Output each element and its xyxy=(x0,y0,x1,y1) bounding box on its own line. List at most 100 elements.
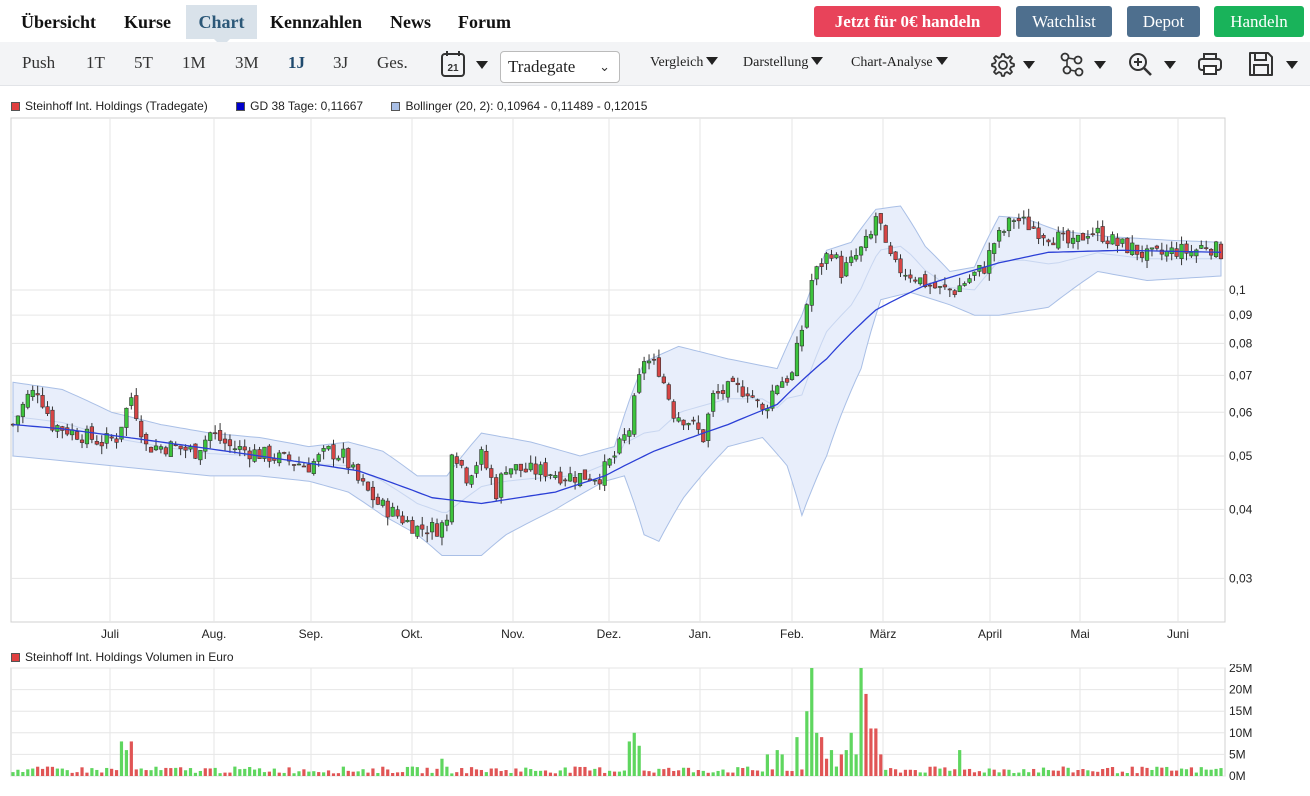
compare-menu-label: Vergleich xyxy=(650,55,704,70)
candle-body xyxy=(997,230,1002,242)
candle-body xyxy=(646,360,652,364)
timeframe-push[interactable]: Push xyxy=(22,53,55,73)
tab-kurse[interactable]: Kurse xyxy=(114,5,181,39)
candle-body xyxy=(1189,252,1194,257)
volume-bar xyxy=(36,766,40,776)
volume-bar xyxy=(119,741,124,776)
volume-bar xyxy=(563,767,567,776)
candle-body xyxy=(513,464,519,471)
candle-body xyxy=(849,256,854,263)
volume-bar xyxy=(1219,768,1223,776)
save-button[interactable] xyxy=(1247,50,1298,78)
candle-body xyxy=(503,472,509,475)
volume-bar xyxy=(287,767,291,776)
candle-body xyxy=(809,280,814,306)
candle-body xyxy=(1080,233,1086,241)
volume-bar xyxy=(731,772,735,776)
volume-bar xyxy=(583,766,587,776)
candle-body xyxy=(789,372,795,380)
volume-bar xyxy=(90,768,94,776)
volume-bar xyxy=(100,772,104,776)
candle-body xyxy=(592,479,597,482)
candle-body xyxy=(543,462,548,477)
tab-forum[interactable]: Forum xyxy=(448,5,521,39)
display-menu[interactable]: Darstellung xyxy=(743,55,824,71)
x-tick-label: Nov. xyxy=(501,627,525,641)
volume-bar xyxy=(691,772,696,776)
legend-item-price: Steinhoff Int. Holdings (Tradegate) xyxy=(11,99,208,113)
tab-news[interactable]: News xyxy=(380,5,441,39)
candle-body xyxy=(834,254,839,259)
watchlist-button[interactable]: Watchlist xyxy=(1016,6,1112,37)
candle-body xyxy=(444,519,449,526)
volume-chart[interactable]: 0M 5M 10M 15M 20M 25M xyxy=(0,664,1310,796)
candle-body xyxy=(45,406,50,414)
candle-body xyxy=(814,266,819,280)
timeframe-1t[interactable]: 1T xyxy=(86,53,105,73)
trade-now-button[interactable]: Jetzt für 0€ handeln xyxy=(814,6,1001,37)
volume-bar xyxy=(356,771,360,776)
candle-body xyxy=(30,389,35,397)
volume-bar xyxy=(913,770,917,776)
x-tick-label: Okt. xyxy=(401,627,423,641)
volume-bar xyxy=(440,758,444,776)
volume-bar xyxy=(1002,769,1006,776)
price-chart[interactable]: Juli Aug. Sep. Okt. Nov. Dez. Jan. Feb. März Apri… xyxy=(0,115,1310,645)
candle-body xyxy=(74,431,80,440)
candle-body xyxy=(627,430,632,437)
volume-bar xyxy=(770,769,774,776)
volume-bar xyxy=(228,772,232,776)
timeframe-1m[interactable]: 1M xyxy=(182,53,206,73)
candle-body xyxy=(780,381,785,388)
handeln-button[interactable]: Handeln xyxy=(1214,6,1304,37)
volume-bar xyxy=(1165,766,1169,776)
candle-body xyxy=(775,385,780,395)
print-button[interactable] xyxy=(1196,50,1226,78)
y-tick-label: 0,08 xyxy=(1229,336,1253,350)
timeframe-1j[interactable]: 1J xyxy=(288,53,305,73)
zoom-button[interactable] xyxy=(1126,50,1176,78)
timeframe-3m[interactable]: 3M xyxy=(235,53,259,73)
candle-body xyxy=(163,447,168,455)
candle-body xyxy=(1021,216,1026,219)
depot-button[interactable]: Depot xyxy=(1127,6,1200,37)
volume-bar xyxy=(598,767,602,776)
volume-bar xyxy=(65,770,69,776)
timeframe-3j[interactable]: 3J xyxy=(333,53,348,73)
volume-bar xyxy=(805,711,809,776)
timeframe-5t[interactable]: 5T xyxy=(134,53,153,73)
volume-bar xyxy=(849,732,853,776)
volume-bar xyxy=(1032,768,1036,776)
candle-body xyxy=(134,395,139,419)
candle-body xyxy=(306,464,311,473)
volume-bar xyxy=(854,754,858,776)
volume-bar xyxy=(662,769,666,776)
tab-chart[interactable]: Chart xyxy=(186,5,257,47)
volume-bar xyxy=(188,768,193,776)
timeframe-ges[interactable]: Ges. xyxy=(377,53,408,73)
print-icon xyxy=(1198,53,1222,75)
tab-kennzahlen[interactable]: Kennzahlen xyxy=(260,5,372,39)
indicators-button[interactable] xyxy=(1058,50,1106,78)
settings-icon xyxy=(991,53,1015,77)
legend-label-sma: GD 38 Tage: 0,11667 xyxy=(250,99,364,113)
candle-body xyxy=(785,378,790,383)
calendar-button[interactable]: 21 xyxy=(440,50,490,78)
exchange-select[interactable]: Tradegate ⌄ xyxy=(500,51,620,83)
candle-body xyxy=(992,243,997,254)
volume-bar xyxy=(1096,771,1100,776)
settings-button[interactable] xyxy=(988,50,1036,78)
save-caret xyxy=(1286,61,1298,69)
candle-body xyxy=(1110,234,1115,245)
candle-body xyxy=(227,439,233,447)
tab-uebersicht[interactable]: Übersicht xyxy=(11,5,106,39)
candle-body xyxy=(829,254,834,259)
top-navigation: Übersicht Kurse Chart Kennzahlen News Fo… xyxy=(0,0,1310,47)
analysis-menu[interactable]: Chart-Analyse xyxy=(851,55,948,71)
compare-menu[interactable]: Vergleich xyxy=(650,55,719,71)
volume-bar xyxy=(538,770,543,776)
candle-body xyxy=(1085,236,1090,239)
volume-bar xyxy=(11,772,15,776)
volume-bar xyxy=(336,773,341,776)
volume-bar xyxy=(1155,766,1159,776)
